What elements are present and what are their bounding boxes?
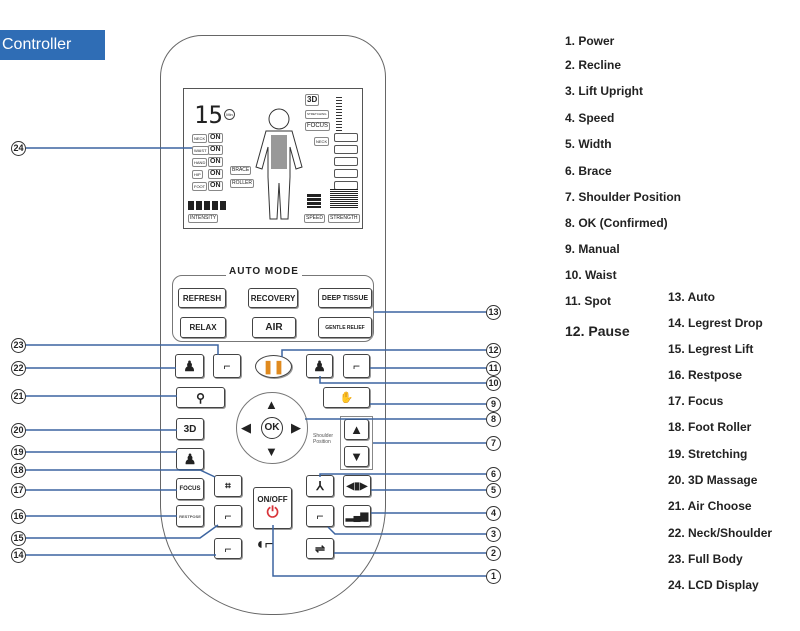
legend-item: 22. Neck/Shoulder [668, 526, 773, 540]
callout-line-23 [26, 344, 219, 355]
callout-number: 22 [11, 361, 26, 376]
callout-number: 19 [11, 445, 26, 460]
legend-item: 23. Full Body [668, 552, 743, 566]
callout-line-10 [319, 376, 486, 384]
legend-item: 2. Recline [565, 58, 622, 72]
legend-item: 8. OK (Confirmed) [565, 216, 668, 230]
legend-item: 14. Legrest Drop [668, 316, 763, 330]
callout-number: 7 [486, 436, 501, 451]
legend-item: 16. Restpose [668, 368, 743, 382]
legend-item: 20. 3D Massage [668, 473, 758, 487]
legend-item: 13. Auto [668, 290, 715, 304]
callout-number: 10 [486, 376, 501, 391]
callout-line-12 [281, 349, 486, 357]
callout-number: 1 [486, 569, 501, 584]
callout-number: 23 [11, 338, 26, 353]
callout-number: 13 [486, 305, 501, 320]
legend-item: 9. Manual [565, 242, 620, 256]
callout-number: 16 [11, 509, 26, 524]
legend-item: 10. Waist [565, 268, 617, 282]
callout-line-18 [26, 469, 216, 478]
legend-item: 19. Stretching [668, 447, 748, 461]
callout-number: 24 [11, 141, 26, 156]
callout-number: 2 [486, 546, 501, 561]
callout-number: 6 [486, 467, 501, 482]
callout-line-15 [26, 524, 219, 539]
callout-number: 14 [11, 548, 26, 563]
legend-item: 15. Legrest Lift [668, 342, 754, 356]
callout-line-3 [327, 526, 486, 535]
legend-item: 6. Brace [565, 164, 612, 178]
callout-line-1 [272, 525, 486, 577]
legend-item: 5. Width [565, 137, 612, 151]
legend-item: 17. Focus [668, 394, 724, 408]
legend-item: 24. LCD Display [668, 578, 759, 592]
legend-item: 21. Air Choose [668, 499, 752, 513]
callout-number: 17 [11, 483, 26, 498]
callout-number: 9 [486, 397, 501, 412]
callout-line-6 [319, 473, 486, 477]
callout-number: 5 [486, 483, 501, 498]
callout-number: 3 [486, 527, 501, 542]
legend-item: 4. Speed [565, 111, 615, 125]
callout-number: 21 [11, 389, 26, 404]
callout-number: 4 [486, 506, 501, 521]
callout-number: 11 [486, 361, 501, 376]
callout-number: 15 [11, 531, 26, 546]
legend-item: 12. Pause [565, 323, 630, 339]
callout-number: 18 [11, 463, 26, 478]
callout-number: 12 [486, 343, 501, 358]
callout-number: 8 [486, 412, 501, 427]
legend-item: 18. Foot Roller [668, 420, 752, 434]
callout-number: 20 [11, 423, 26, 438]
legend-item: 1. Power [565, 34, 615, 48]
legend-item: 11. Spot [565, 294, 612, 308]
legend-item: 7. Shoulder Position [565, 190, 682, 204]
legend-item: 3. Lift Upright [565, 84, 643, 98]
